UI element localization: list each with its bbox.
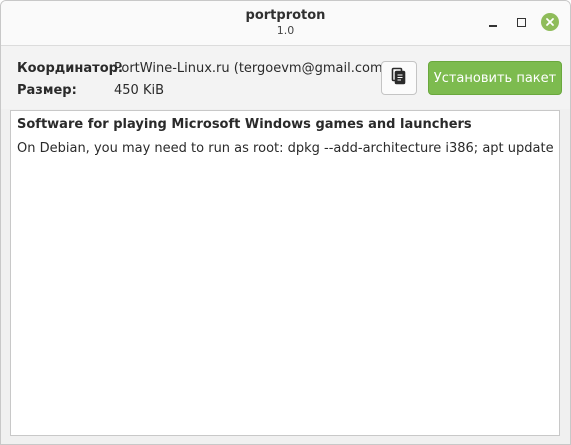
size-row: Размер: 450 KiB: [17, 83, 164, 98]
title-bar[interactable]: portproton 1.0: [1, 1, 570, 46]
maximize-button[interactable]: [512, 13, 530, 31]
minimize-icon: [489, 17, 497, 27]
copy-details-button[interactable]: [381, 61, 417, 95]
package-info-area: Координатор:PortWine-Linux.ru (tergoevm@…: [1, 46, 570, 109]
description-body: On Debian, you may need to run as root: …: [17, 141, 554, 156]
install-package-button[interactable]: Установить пакет: [428, 61, 562, 95]
copy-details-icon: [391, 67, 407, 89]
close-button[interactable]: [541, 13, 559, 31]
maintainer-row: Координатор:PortWine-Linux.ru (tergoevm@…: [17, 61, 388, 76]
description-panel[interactable]: Software for playing Microsoft Windows g…: [10, 110, 560, 436]
size-value: 450 KiB: [114, 83, 165, 98]
minimize-button[interactable]: [484, 13, 502, 31]
description-title: Software for playing Microsoft Windows g…: [17, 117, 472, 132]
package-installer-window: portproton 1.0 Координатор:PortWine-Linu…: [0, 0, 571, 445]
size-label: Размер:: [17, 83, 77, 98]
maximize-icon: [516, 17, 526, 27]
maintainer-value: PortWine-Linux.ru (tergoevm@gmail.com): [114, 61, 388, 76]
close-icon: [541, 13, 559, 31]
maintainer-label: Координатор:: [17, 61, 124, 76]
